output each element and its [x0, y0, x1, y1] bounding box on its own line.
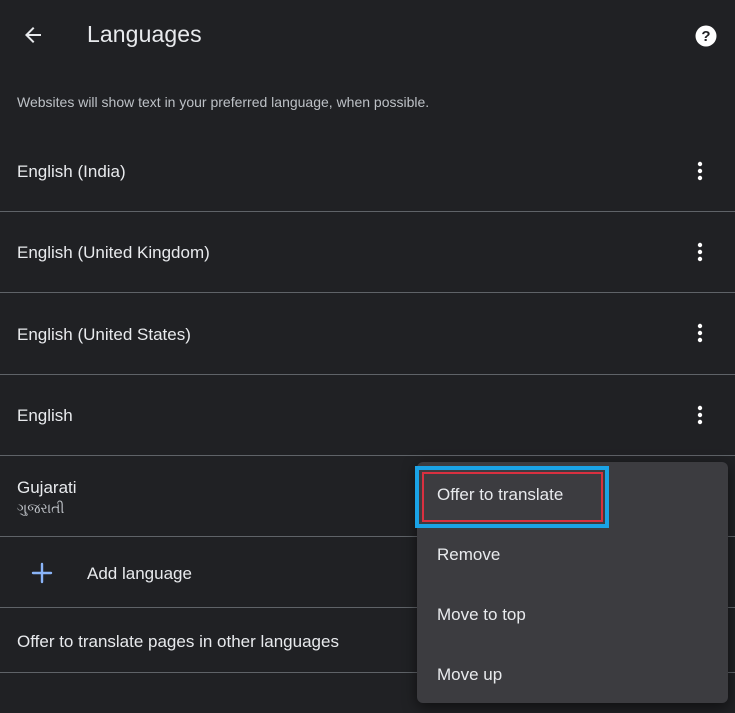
more-options-button[interactable] [684, 155, 716, 187]
menu-item-move-to-top[interactable]: Move to top [417, 584, 728, 644]
page-title: Languages [87, 21, 202, 47]
svg-text:?: ? [701, 28, 710, 45]
language-row-english-us[interactable]: English (United States) [0, 293, 735, 375]
menu-item-label: Offer to translate [437, 485, 564, 504]
more-vert-icon [697, 242, 703, 262]
plus-icon [26, 557, 58, 589]
language-name: English (United Kingdom) [17, 243, 210, 262]
language-row-english[interactable]: English [0, 375, 735, 456]
language-name: Gujarati [17, 478, 77, 497]
menu-item-offer-to-translate[interactable]: Offer to translate [415, 464, 728, 528]
language-native-name: ગુજરાતી [17, 500, 65, 516]
arrow-left-icon [25, 27, 41, 43]
menu-item-label: Move to top [437, 605, 526, 624]
more-vert-icon [697, 405, 703, 425]
help-button[interactable]: ? [690, 20, 722, 52]
back-button[interactable] [16, 18, 50, 52]
language-row-english-india[interactable]: English (India) [0, 131, 735, 212]
add-language-label: Add language [87, 564, 192, 583]
more-options-button[interactable] [684, 236, 716, 268]
language-row-english-uk[interactable]: English (United Kingdom) [0, 212, 735, 293]
more-vert-icon [697, 323, 703, 343]
language-context-menu: Offer to translate Remove Move to top Mo… [415, 462, 728, 704]
language-name: English (India) [17, 162, 126, 181]
more-options-button[interactable] [684, 317, 716, 349]
menu-item-remove[interactable]: Remove [417, 524, 728, 584]
menu-item-label: Remove [437, 545, 501, 564]
offer-translate-pages-label: Offer to translate pages in other langua… [17, 632, 339, 651]
languages-description: Websites will show text in your preferre… [17, 94, 430, 110]
menu-item-label: Move up [437, 665, 503, 684]
language-name: English (United States) [17, 325, 191, 344]
language-name: English [17, 406, 73, 425]
app-bar: Languages ? [0, 0, 735, 72]
more-vert-icon [697, 161, 703, 181]
menu-item-move-up[interactable]: Move up [417, 644, 728, 704]
more-options-button[interactable] [684, 399, 716, 431]
help-circle-icon: ? [695, 25, 717, 47]
